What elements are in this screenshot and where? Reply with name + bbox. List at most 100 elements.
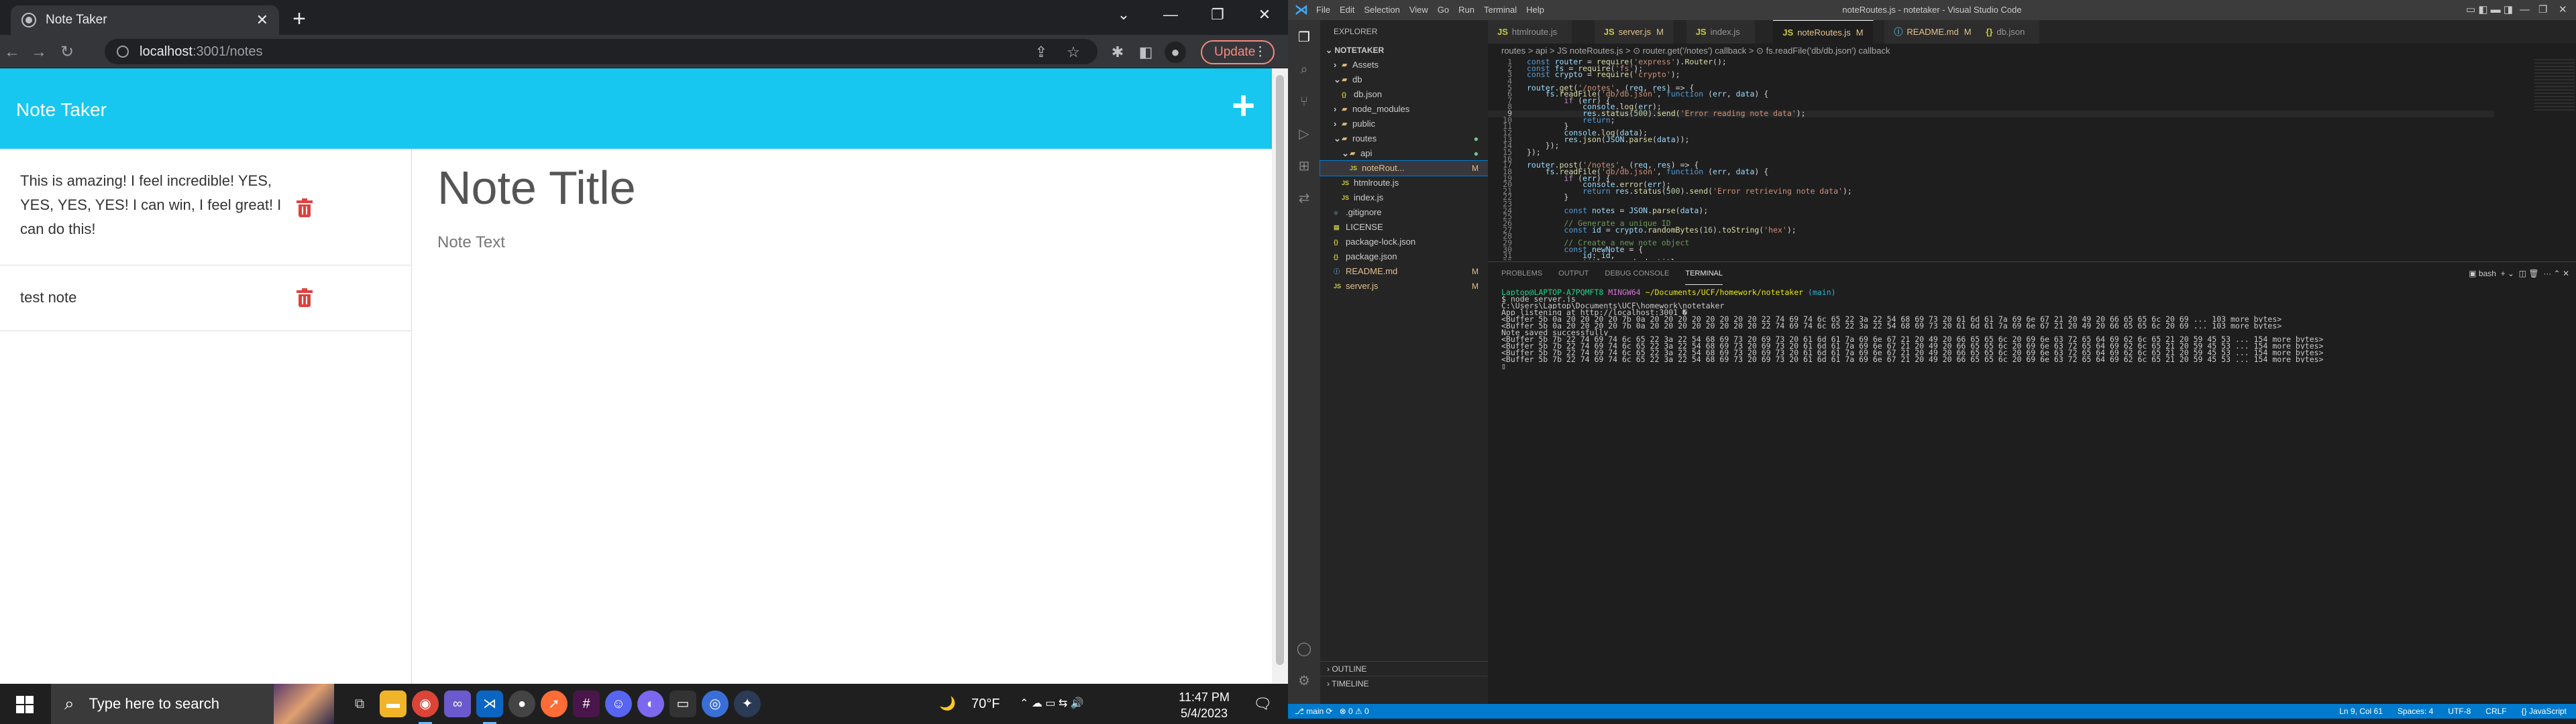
taskbar-clock[interactable]: 11:47 PM 5/4/2023 [1167, 689, 1241, 721]
reload-button[interactable]: ↻ [55, 40, 79, 64]
weather-moon-icon[interactable]: 🌙 [939, 684, 956, 724]
panel-tab-problems[interactable]: PROBLEMS [1501, 262, 1542, 285]
menu-item-run[interactable]: Run [1458, 0, 1474, 20]
page-scrollbar[interactable] [1272, 68, 1288, 684]
file-item[interactable]: {} package.json [1320, 249, 1488, 264]
status-item[interactable]: Ln 9, Col 61 [2339, 707, 2383, 716]
note-title-input[interactable]: Note Title [437, 161, 636, 215]
project-root[interactable]: ⌄ NOTETAKER [1320, 43, 1488, 58]
scrollbar-thumb[interactable] [1276, 75, 1284, 665]
delete-trash-icon[interactable] [297, 288, 313, 307]
app-brand[interactable]: Note Taker [16, 99, 107, 121]
folder-item[interactable]: ⌄ ▰ api ● [1320, 146, 1488, 161]
vscode-icon[interactable]: ⋊ [476, 690, 503, 724]
gear-icon[interactable]: ⚙ [1296, 673, 1312, 689]
new-note-plus-icon[interactable]: + [1232, 86, 1255, 126]
close-tab-icon[interactable]: ✕ [256, 11, 268, 29]
folder-item[interactable]: › ▰ node_modules [1320, 102, 1488, 117]
minimize-button[interactable]: — [1147, 0, 1194, 29]
chevron-down-icon[interactable]: ⌄ [1100, 0, 1147, 29]
notification-icon[interactable]: 🗨 [1253, 684, 1272, 724]
bookmark-star-icon[interactable]: ☆ [1063, 42, 1084, 63]
windows-start-icon[interactable] [16, 696, 34, 713]
editor-tab[interactable]: JS noteRoutes.js M [1773, 20, 1874, 44]
profile-avatar[interactable]: ● [1165, 42, 1186, 63]
status-problems[interactable]: ⎇ main ⟳ ⊗ 0 ⚠ 0 [1295, 704, 1369, 719]
minimize-button[interactable]: — [2520, 0, 2530, 20]
panel-tab-terminal[interactable]: TERMINAL [1685, 262, 1723, 285]
terminal-output[interactable]: Laptop@LAPTOP-A7PQMFT8 MINGW64 ~/Documen… [1501, 289, 2561, 369]
status-item[interactable]: CRLF [2485, 707, 2506, 716]
restore-button[interactable]: ❐ [1194, 0, 1241, 29]
note-item-title[interactable]: test note [20, 286, 302, 310]
app-icon[interactable]: ◐ [637, 690, 664, 717]
status-item[interactable]: UTF-8 [2448, 707, 2471, 716]
minimap[interactable] [2534, 59, 2575, 113]
taskbar-search[interactable]: ⌕ Type here to search [51, 684, 334, 724]
file-item[interactable]: ⓘ README.md M [1320, 264, 1488, 279]
slack-icon[interactable]: # [573, 690, 600, 717]
editor-tab[interactable]: JS index.js [1686, 20, 1756, 44]
menu-item-terminal[interactable]: Terminal [1484, 0, 1517, 20]
run-debug-icon[interactable]: ▷ [1296, 126, 1312, 142]
editor-tab[interactable]: JS server.js M [1594, 20, 1674, 44]
folder-item[interactable]: › ▰ Assets [1320, 58, 1488, 72]
app-icon[interactable]: ◎ [702, 690, 729, 717]
task-view-icon[interactable]: ⧉ [346, 690, 373, 717]
outline-section[interactable]: › OUTLINE [1320, 661, 1488, 676]
code-editor[interactable]: 1 const router = require('express').Route… [1488, 59, 2494, 260]
file-item[interactable]: JS htmlroute.js [1320, 176, 1488, 190]
github-icon[interactable]: ● [508, 690, 535, 717]
terminal-controls[interactable]: ▣ bash + ⌄ ◫ 🗑 ··· ⌃ ✕ [2469, 262, 2569, 285]
note-text-textarea[interactable]: Note Text [437, 233, 505, 252]
forward-button[interactable]: → [27, 40, 51, 64]
editor-tab[interactable]: JS htmlroute.js [1488, 20, 1573, 44]
remote-icon[interactable]: ⇄ [1296, 190, 1312, 206]
file-item[interactable]: ▤ LICENSE [1320, 220, 1488, 235]
file-item[interactable]: {} package-lock.json [1320, 235, 1488, 249]
folder-item[interactable]: ⌄ ▰ routes ● [1320, 131, 1488, 146]
list-item[interactable]: test note [0, 265, 412, 331]
note-item-title[interactable]: This is amazing! I feel incredible! YES,… [20, 169, 302, 241]
chrome-tab-note-taker[interactable]: Note Taker ✕ [11, 5, 279, 35]
file-item[interactable]: JS noteRout... M [1320, 160, 1489, 176]
extensions-puzzle-icon[interactable]: ✱ [1107, 42, 1128, 63]
share-icon[interactable]: ⇪ [1030, 42, 1052, 63]
postman-icon[interactable]: ➚ [541, 690, 568, 717]
address-bar[interactable]: localhost:3001/notes [105, 39, 1097, 64]
timeline-section[interactable]: › TIMELINE [1320, 676, 1488, 690]
restore-button[interactable]: ❐ [2538, 0, 2547, 20]
file-item[interactable]: JS index.js [1320, 190, 1488, 205]
panel-tab-debug-console[interactable]: DEBUG CONSOLE [1605, 262, 1669, 285]
menu-item-view[interactable]: View [1409, 0, 1428, 20]
menu-item-selection[interactable]: Selection [1364, 0, 1399, 20]
source-control-icon[interactable]: ⑂ [1296, 94, 1312, 110]
back-button[interactable]: ← [0, 40, 24, 64]
list-item[interactable]: This is amazing! I feel incredible! YES,… [0, 149, 412, 265]
close-window-button[interactable]: ✕ [1241, 0, 1288, 29]
menu-item-help[interactable]: Help [1526, 0, 1544, 20]
folder-item[interactable]: ⌄ ▰ db [1320, 72, 1488, 87]
account-icon[interactable]: ◯ [1296, 641, 1312, 657]
chrome-icon[interactable]: ◉ [412, 690, 439, 724]
folder-item[interactable]: › ▰ public [1320, 117, 1488, 131]
editor-tab[interactable]: ⓘ README.md M [1884, 20, 1982, 44]
delete-trash-icon[interactable] [297, 198, 313, 217]
explorer-icon[interactable]: ❐ [1296, 29, 1312, 46]
new-tab-button[interactable]: + [286, 5, 313, 32]
terminal-icon[interactable]: ▭ [669, 690, 696, 717]
extensions-icon[interactable]: ⊞ [1296, 158, 1312, 174]
menu-item-edit[interactable]: Edit [1340, 0, 1354, 20]
site-info-icon[interactable] [117, 46, 129, 58]
file-explorer-icon[interactable]: ▬ [380, 690, 407, 717]
file-item[interactable]: JS server.js M [1320, 279, 1488, 294]
tray-icons[interactable]: ⌃ ☁ ▭ ⇆ 🔊 [1020, 684, 1084, 724]
file-item[interactable]: ◆ .gitignore [1320, 205, 1488, 220]
breadcrumb[interactable]: routes > api > JS noteRoutes.js > ⊙ rout… [1501, 44, 1890, 58]
panel-tab-output[interactable]: OUTPUT [1558, 262, 1589, 285]
menu-item-file[interactable]: File [1316, 0, 1330, 20]
status-item[interactable]: Spaces: 4 [2398, 707, 2433, 716]
discord-icon[interactable]: ☺ [605, 690, 632, 717]
side-panel-icon[interactable]: ◧ [1135, 42, 1157, 63]
search-icon[interactable]: ⌕ [1296, 62, 1312, 78]
